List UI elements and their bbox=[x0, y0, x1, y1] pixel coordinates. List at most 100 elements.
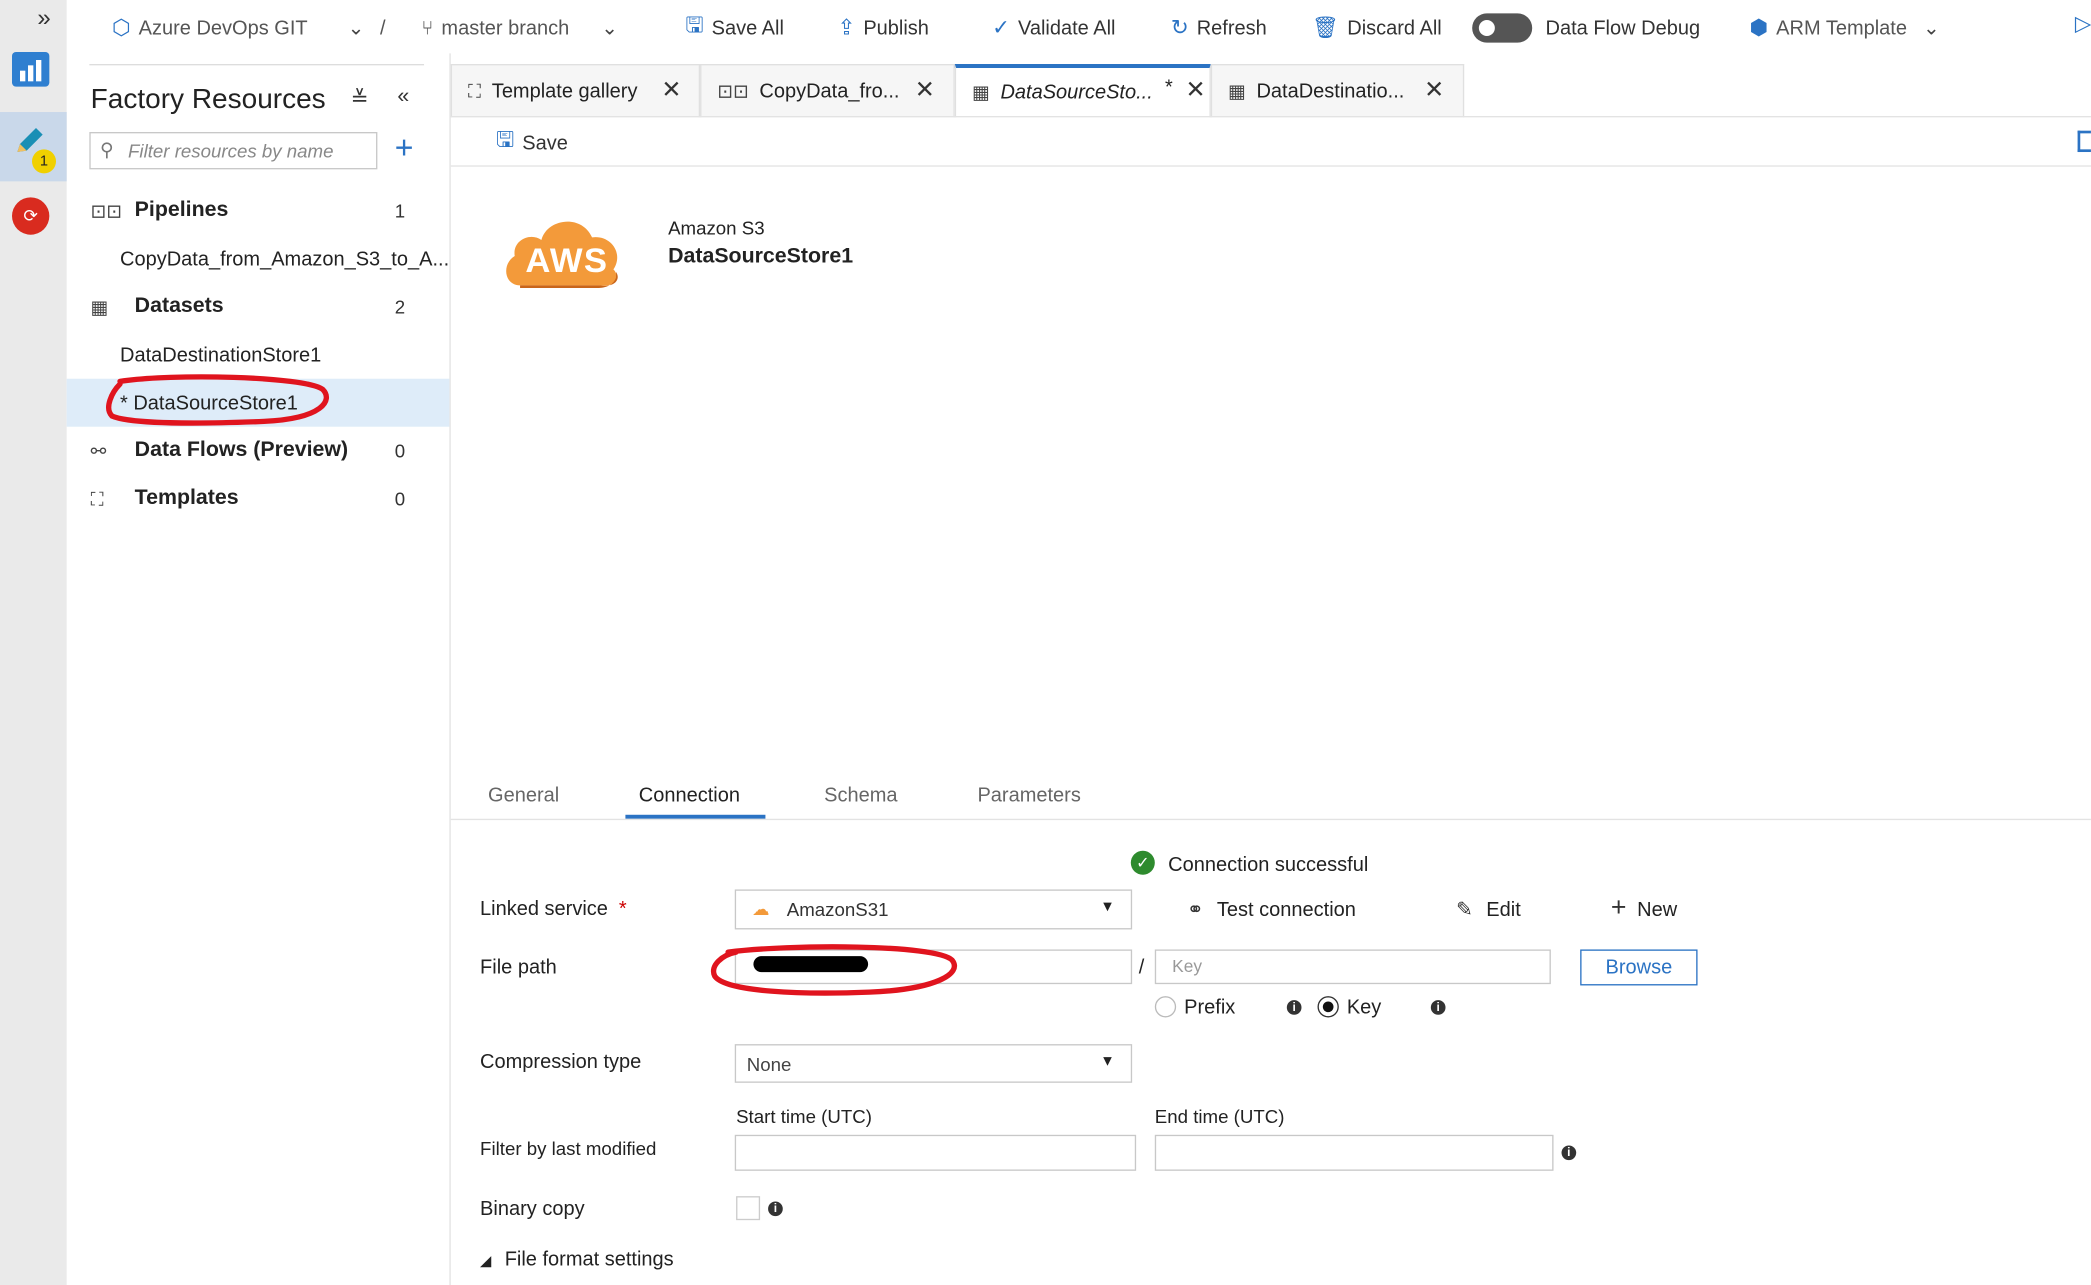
binary-copy-label: Binary copy bbox=[480, 1197, 585, 1221]
toggle-switch[interactable] bbox=[1472, 13, 1533, 43]
path-separator: / bbox=[1138, 956, 1145, 979]
compression-value: None bbox=[746, 1053, 792, 1075]
discard-all-label: Discard All bbox=[1347, 16, 1442, 40]
templates-count: 0 bbox=[394, 488, 406, 510]
branch-selector[interactable]: ⑂ master branch ⌄ bbox=[421, 13, 618, 42]
template-icon: ⛶ bbox=[468, 80, 482, 102]
checkmark-icon: ✓ bbox=[992, 17, 1011, 41]
section-data-flows[interactable]: ⚯ Data Flows (Preview) bbox=[91, 435, 348, 467]
pipeline-item[interactable]: CopyData_from_Amazon_S3_to_A... bbox=[120, 248, 449, 271]
save-icon: 🖫 bbox=[496, 128, 515, 152]
publish-button[interactable]: ⇪ Publish bbox=[837, 13, 928, 42]
discard-all-button[interactable]: 🗑 Discard All bbox=[1312, 13, 1442, 42]
expand-icon[interactable]: » bbox=[37, 4, 50, 32]
caret-down-icon: ▼ bbox=[1100, 898, 1115, 915]
info-icon[interactable]: i bbox=[768, 1201, 783, 1217]
key-radio[interactable] bbox=[1317, 996, 1339, 1018]
tab-template-gallery[interactable]: ⛶ Template gallery ✕ bbox=[450, 64, 701, 118]
tab-parameters[interactable]: Parameters bbox=[977, 784, 1080, 807]
tab-copydata-pipeline[interactable]: ⊡⊡ CopyData_fro... ✕ bbox=[700, 64, 955, 118]
link-icon: ⚭ bbox=[1186, 898, 1204, 922]
tab-connection[interactable]: Connection bbox=[639, 784, 740, 807]
end-time-input[interactable] bbox=[1154, 1134, 1554, 1171]
info-icon[interactable]: i bbox=[1561, 1145, 1577, 1161]
linked-service-dropdown[interactable]: ☁ AmazonS31 ▼ bbox=[734, 889, 1133, 930]
data-flow-icon: ⚯ bbox=[90, 439, 107, 461]
linked-service-value: AmazonS31 bbox=[786, 898, 889, 921]
tab-datasourcestore[interactable]: ▦ DataSourceSto... * ✕ bbox=[954, 64, 1211, 118]
close-icon[interactable]: ✕ bbox=[1424, 76, 1444, 104]
dataflows-label: Data Flows (Preview) bbox=[134, 438, 349, 462]
refresh-icon: ↻ bbox=[1170, 17, 1189, 41]
edit-button[interactable]: ✎ Edit bbox=[1456, 897, 1521, 922]
close-icon[interactable]: ✕ bbox=[915, 76, 935, 104]
validate-all-label: Validate All bbox=[1018, 16, 1116, 40]
plus-icon: + bbox=[1610, 893, 1627, 923]
prefix-radio[interactable] bbox=[1154, 996, 1177, 1018]
tab-label: Template gallery bbox=[491, 80, 638, 103]
aws-logo: AWS bbox=[501, 211, 621, 298]
unsaved-marker: * bbox=[1164, 76, 1172, 99]
branch-label: master branch bbox=[441, 16, 570, 40]
table-icon: ▦ bbox=[972, 81, 990, 103]
section-pipelines[interactable]: ⊡⊡ Pipelines bbox=[91, 195, 229, 227]
binary-copy-checkbox[interactable] bbox=[736, 1196, 761, 1221]
add-resource-button[interactable]: + bbox=[395, 133, 414, 165]
save-button[interactable]: 🖫 Save bbox=[496, 128, 568, 157]
file-format-settings-toggle[interactable]: ◢ File format settings bbox=[480, 1248, 674, 1271]
browse-button[interactable]: Browse bbox=[1580, 949, 1698, 986]
file-path-label: File path bbox=[480, 956, 557, 979]
compression-type-dropdown[interactable]: None ▼ bbox=[734, 1044, 1133, 1083]
refresh-button[interactable]: ↻ Refresh bbox=[1171, 13, 1267, 42]
collapse-triangle-icon: ◢ bbox=[480, 1253, 492, 1270]
publish-icon: ⇪ bbox=[837, 17, 856, 41]
required-marker: * bbox=[618, 897, 627, 921]
new-button[interactable]: + New bbox=[1610, 893, 1677, 923]
factory-overview-icon[interactable] bbox=[12, 52, 50, 87]
data-flow-debug-toggle[interactable]: Data Flow Debug bbox=[1472, 13, 1701, 43]
key-input[interactable]: Key bbox=[1154, 949, 1551, 985]
play-icon[interactable]: ▷ bbox=[2075, 11, 2091, 38]
repo-selector[interactable]: ⬡ Azure DevOps GIT ⌄ bbox=[112, 13, 364, 42]
tab-general[interactable]: General bbox=[488, 784, 559, 807]
collapse-all-icon[interactable]: ≚ bbox=[351, 85, 369, 112]
section-templates[interactable]: ⛶ Templates bbox=[91, 483, 239, 515]
trash-icon: 🗑 bbox=[1312, 17, 1340, 41]
tab-label: DataSourceSto... bbox=[1000, 81, 1153, 105]
branch-icon: ⑂ bbox=[421, 16, 434, 40]
prefix-label: Prefix bbox=[1184, 996, 1236, 1019]
caret-down-icon: ▼ bbox=[1100, 1053, 1115, 1070]
filter-placeholder: Filter resources by name bbox=[128, 140, 334, 162]
properties-icon[interactable] bbox=[2077, 130, 2091, 153]
linked-service-label: Linked service * bbox=[480, 897, 627, 921]
data-flow-debug-label: Data Flow Debug bbox=[1545, 16, 1701, 40]
save-all-button[interactable]: 🖫 Save All bbox=[685, 13, 783, 42]
dataset-type: Amazon S3 bbox=[668, 217, 765, 239]
close-icon[interactable]: ✕ bbox=[661, 76, 681, 104]
refresh-label: Refresh bbox=[1196, 16, 1267, 40]
tab-schema[interactable]: Schema bbox=[824, 784, 897, 807]
tab-datadestination[interactable]: ▦ DataDestinatio... ✕ bbox=[1210, 64, 1465, 118]
tab-label: CopyData_fro... bbox=[759, 80, 900, 103]
aws-logo-text: AWS bbox=[525, 240, 609, 281]
start-time-input[interactable] bbox=[734, 1134, 1137, 1171]
collapse-panel-icon[interactable]: « bbox=[397, 85, 409, 109]
validate-all-button[interactable]: ✓ Validate All bbox=[992, 13, 1115, 42]
left-rail: » 1 ⟳ bbox=[0, 0, 67, 1285]
key-label: Key bbox=[1346, 996, 1382, 1019]
info-icon[interactable]: i bbox=[1430, 1000, 1446, 1015]
start-time-label: Start time (UTC) bbox=[736, 1105, 872, 1127]
azure-devops-icon: ⬡ bbox=[112, 17, 131, 41]
section-datasets[interactable]: ▦ Datasets bbox=[91, 291, 224, 323]
monitor-icon[interactable]: ⟳ bbox=[12, 197, 50, 235]
dataset-item[interactable]: DataDestinationStore1 bbox=[120, 344, 321, 367]
success-check-icon: ✓ bbox=[1130, 850, 1155, 875]
arm-template-label: ARM Template bbox=[1776, 16, 1907, 40]
close-icon[interactable]: ✕ bbox=[1185, 76, 1205, 104]
test-connection-button[interactable]: ⚭ Test connection bbox=[1186, 897, 1356, 922]
author-badge: 1 bbox=[32, 149, 57, 174]
filter-resources-input[interactable]: ⚲ Filter resources by name bbox=[89, 132, 378, 170]
arm-template-menu[interactable]: ⬢ ARM Template ⌄ bbox=[1750, 13, 1940, 42]
template-icon: ⛶ bbox=[90, 487, 104, 509]
info-icon[interactable]: i bbox=[1286, 1000, 1302, 1015]
